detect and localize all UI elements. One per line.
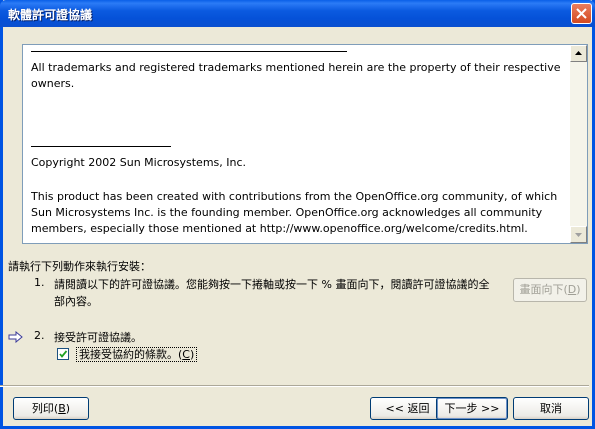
footer-separator xyxy=(0,385,589,387)
accept-terms-checkbox[interactable] xyxy=(57,348,69,360)
separator-rule-top xyxy=(31,51,347,52)
page-down-label: 畫面向下( xyxy=(519,283,568,296)
page-down-suffix: ) xyxy=(576,283,581,296)
accept-terms-accel: C xyxy=(182,348,190,361)
step-1-number: 1. xyxy=(34,276,45,289)
separator-rule-middle xyxy=(31,146,171,147)
arrow-up-icon xyxy=(575,51,582,55)
step-1-text: 請閱讀以下的許可證協議。您能夠按一下捲軸或按一下 % 畫面向下，閱讀許可證協議的… xyxy=(54,278,490,308)
accept-terms-suffix: ) xyxy=(189,348,195,361)
current-step-arrow-icon xyxy=(8,331,23,343)
vertical-scrollbar[interactable] xyxy=(570,45,587,243)
print-label: 列印( xyxy=(31,402,59,415)
scroll-down-button[interactable] xyxy=(570,226,587,243)
back-button[interactable]: << 返回 xyxy=(370,397,445,420)
next-button[interactable]: 下一步 >> xyxy=(436,397,508,420)
instructions-heading: 請執行下列動作來執行安裝： xyxy=(8,260,151,273)
license-paragraph-copyright: Copyright 2002 Sun Microsystems, Inc. xyxy=(31,156,247,169)
license-text-content: All trademarks and registered trademarks… xyxy=(31,45,566,243)
print-accel: B xyxy=(58,402,66,415)
step-2-number: 2. xyxy=(34,329,45,342)
accept-terms-text: 我接受協約的條款。( xyxy=(79,348,183,361)
page-down-accel: D xyxy=(567,283,577,296)
print-button[interactable]: 列印(B) xyxy=(13,397,89,420)
window-title: 軟體許可證協議 xyxy=(8,8,93,22)
step-2-text: 接受許可證協議。 xyxy=(54,331,142,344)
arrow-down-icon xyxy=(575,233,582,237)
close-button[interactable] xyxy=(571,3,592,24)
license-paragraph-contributions: This product has been created with contr… xyxy=(31,190,558,235)
checkmark-icon xyxy=(59,350,68,358)
cancel-button[interactable]: 取消 xyxy=(513,397,589,420)
print-suffix: ) xyxy=(65,402,71,415)
accept-terms-label[interactable]: 我接受協約的條款。(C) xyxy=(76,347,198,362)
scroll-up-button[interactable] xyxy=(570,45,587,62)
close-icon xyxy=(576,8,587,19)
title-bar[interactable]: 軟體許可證協議 xyxy=(0,0,595,27)
license-paragraph-trademarks: All trademarks and registered trademarks… xyxy=(31,61,561,90)
page-down-button[interactable]: 畫面向下(D) xyxy=(513,278,587,302)
license-text-area[interactable]: All trademarks and registered trademarks… xyxy=(22,44,588,244)
